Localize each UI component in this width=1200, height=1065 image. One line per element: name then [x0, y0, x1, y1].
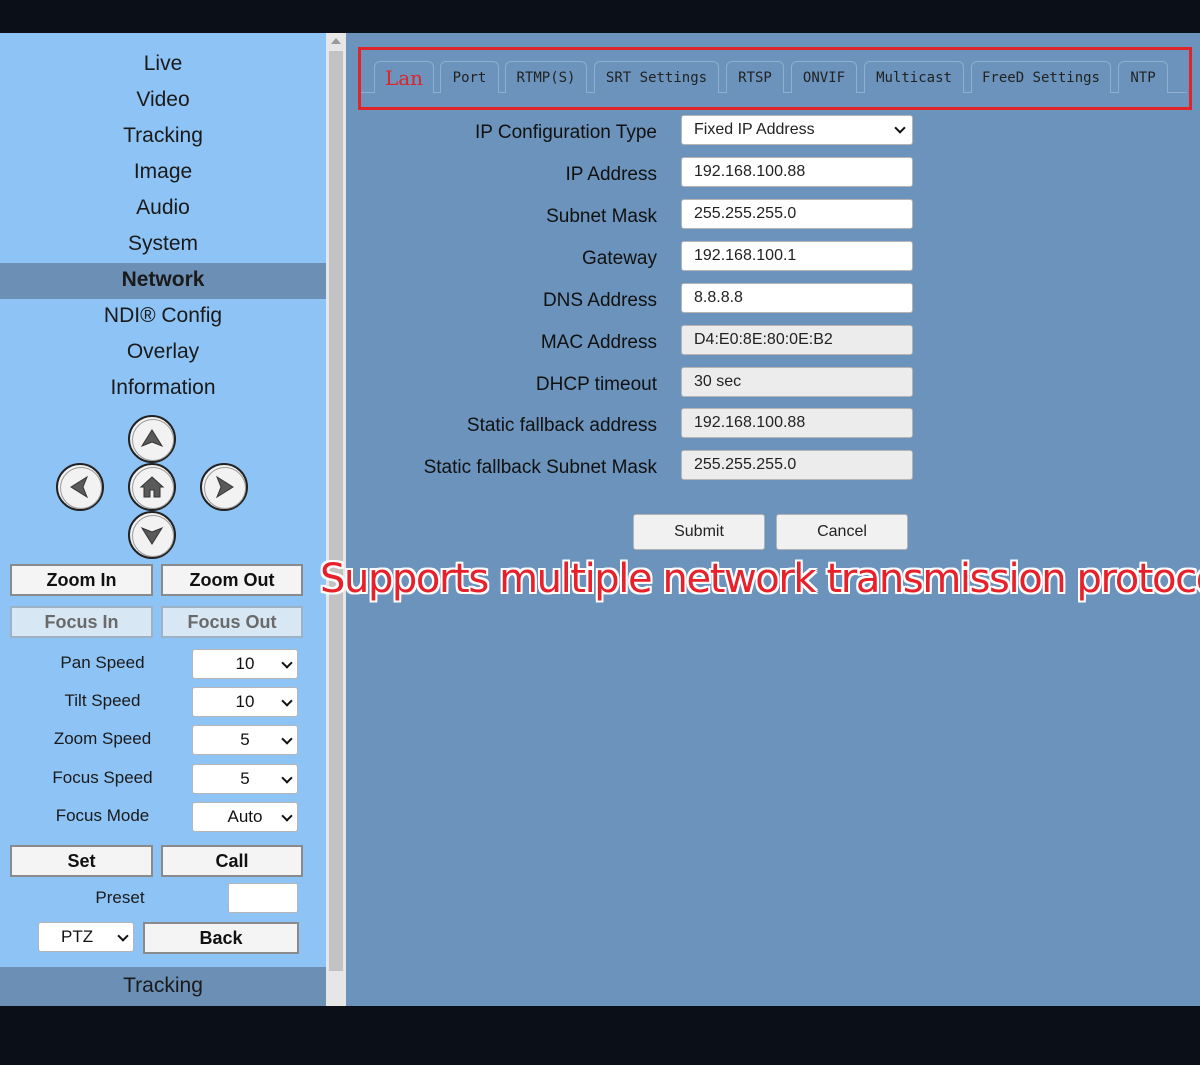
- chevron-down-icon: [894, 122, 906, 134]
- zoom-out-button[interactable]: Zoom Out: [161, 564, 303, 596]
- sidebar-item-ndi-config[interactable]: NDI® Config: [0, 299, 326, 335]
- arrow-up-icon: [140, 429, 164, 448]
- sidebar-item-information[interactable]: Information: [0, 371, 326, 407]
- ptz-home-button[interactable]: [128, 463, 176, 511]
- ptz-right-button[interactable]: [200, 463, 248, 511]
- sidebar-item-video[interactable]: Video: [0, 83, 326, 119]
- focus-mode-select[interactable]: Auto: [192, 802, 298, 832]
- arrow-down-icon: [140, 526, 164, 545]
- tab-freed-settings[interactable]: FreeD Settings: [971, 61, 1111, 93]
- back-button[interactable]: Back: [143, 922, 299, 954]
- sidebar-item-audio[interactable]: Audio: [0, 191, 326, 227]
- dns-address-label: DNS Address: [542, 290, 657, 311]
- zoom-in-button[interactable]: Zoom In: [10, 564, 153, 596]
- tilt-speed-select[interactable]: 10: [192, 687, 298, 717]
- chevron-down-icon: [281, 695, 293, 707]
- tab-ntp[interactable]: NTP: [1118, 61, 1168, 93]
- preset-input[interactable]: [228, 883, 298, 913]
- ip-address-field[interactable]: 192.168.100.88: [681, 157, 913, 187]
- sidebar-item-system[interactable]: System: [0, 227, 326, 263]
- dns-address-field[interactable]: 8.8.8.8: [681, 283, 913, 313]
- ptz-down-button[interactable]: [128, 511, 176, 559]
- gateway-field[interactable]: 192.168.100.1: [681, 241, 913, 271]
- tilt-speed-label: Tilt Speed: [64, 691, 141, 710]
- static-fallback-mask-label: Static fallback Subnet Mask: [423, 457, 657, 478]
- set-button[interactable]: Set: [10, 845, 153, 877]
- ip-config-type-value: Fixed IP Address: [694, 121, 815, 138]
- focus-in-button[interactable]: Focus In: [10, 606, 153, 638]
- chevron-down-icon: [281, 657, 293, 669]
- subnet-mask-field[interactable]: 255.255.255.0: [681, 199, 913, 229]
- cancel-button[interactable]: Cancel: [776, 514, 908, 550]
- promo-banner-text: Supports multiple network transmission p…: [320, 556, 1200, 602]
- top-frame: [0, 0, 1200, 30]
- mac-address-field: D4:E0:8E:80:0E:B2: [681, 325, 913, 355]
- zoom-speed-select[interactable]: 5: [192, 725, 298, 755]
- zoom-speed-value: 5: [240, 730, 250, 749]
- tab-lan[interactable]: Lan: [374, 61, 434, 93]
- arrow-right-icon: [215, 475, 234, 499]
- sidebar-item-network[interactable]: Network: [0, 263, 326, 299]
- sidebar-tab-tracking[interactable]: Tracking: [0, 967, 326, 1006]
- static-fallback-address-label: Static fallback address: [466, 415, 657, 436]
- mode-select[interactable]: PTZ: [38, 922, 134, 952]
- tab-multicast[interactable]: Multicast: [864, 61, 964, 93]
- chevron-down-icon: [117, 930, 129, 942]
- main-panel: Lan Port RTMP(S) SRT Settings RTSP ONVIF…: [346, 33, 1200, 1006]
- scroll-up-icon[interactable]: [331, 38, 341, 44]
- focus-out-button[interactable]: Focus Out: [161, 606, 303, 638]
- scroll-thumb[interactable]: [329, 51, 343, 971]
- tilt-speed-value: 10: [235, 692, 255, 711]
- subnet-mask-label: Subnet Mask: [546, 206, 657, 227]
- dhcp-timeout-field: 30 sec: [681, 367, 913, 397]
- sidebar-item-tracking[interactable]: Tracking: [0, 119, 326, 155]
- preset-label: Preset: [95, 888, 145, 907]
- pan-speed-select[interactable]: 10: [192, 649, 298, 679]
- bottom-frame: [0, 1006, 1200, 1065]
- static-fallback-address-field: 192.168.100.88: [681, 408, 913, 438]
- focus-speed-label: Focus Speed: [52, 768, 153, 787]
- tab-onvif[interactable]: ONVIF: [791, 61, 857, 93]
- ptz-up-button[interactable]: [128, 415, 176, 463]
- tab-rtmp[interactable]: RTMP(S): [505, 61, 587, 93]
- ip-address-label: IP Address: [565, 164, 657, 185]
- sidebar-menu: Live Video Tracking Image Audio System N…: [0, 47, 326, 407]
- focus-speed-select[interactable]: 5: [192, 764, 298, 794]
- home-icon: [139, 476, 165, 498]
- chevron-down-icon: [281, 772, 293, 784]
- ptz-left-button[interactable]: [56, 463, 104, 511]
- zoom-speed-label: Zoom Speed: [53, 729, 152, 748]
- focus-mode-value: Auto: [227, 807, 263, 826]
- sidebar: Live Video Tracking Image Audio System N…: [0, 33, 326, 1006]
- ip-config-type-label: IP Configuration Type: [474, 122, 657, 143]
- focus-mode-label: Focus Mode: [55, 806, 150, 825]
- ip-config-type-select[interactable]: Fixed IP Address: [681, 115, 913, 145]
- pan-speed-label: Pan Speed: [60, 653, 145, 672]
- pan-speed-value: 10: [235, 654, 255, 673]
- focus-speed-value: 5: [240, 769, 250, 788]
- tab-srt-settings[interactable]: SRT Settings: [594, 61, 719, 93]
- tab-port[interactable]: Port: [440, 61, 499, 93]
- call-button[interactable]: Call: [161, 845, 303, 877]
- submit-button[interactable]: Submit: [633, 514, 765, 550]
- dhcp-timeout-label: DHCP timeout: [535, 374, 657, 395]
- mac-address-label: MAC Address: [540, 332, 657, 353]
- mode-value: PTZ: [61, 927, 94, 946]
- sidebar-item-overlay[interactable]: Overlay: [0, 335, 326, 371]
- sidebar-item-live[interactable]: Live: [0, 47, 326, 83]
- gateway-label: Gateway: [582, 248, 657, 269]
- chevron-down-icon: [281, 733, 293, 745]
- arrow-left-icon: [70, 475, 89, 499]
- static-fallback-mask-field: 255.255.255.0: [681, 450, 913, 480]
- chevron-down-icon: [281, 810, 293, 822]
- sidebar-item-image[interactable]: Image: [0, 155, 326, 191]
- sidebar-scrollbar[interactable]: [326, 33, 346, 1006]
- tab-rtsp[interactable]: RTSP: [726, 61, 784, 93]
